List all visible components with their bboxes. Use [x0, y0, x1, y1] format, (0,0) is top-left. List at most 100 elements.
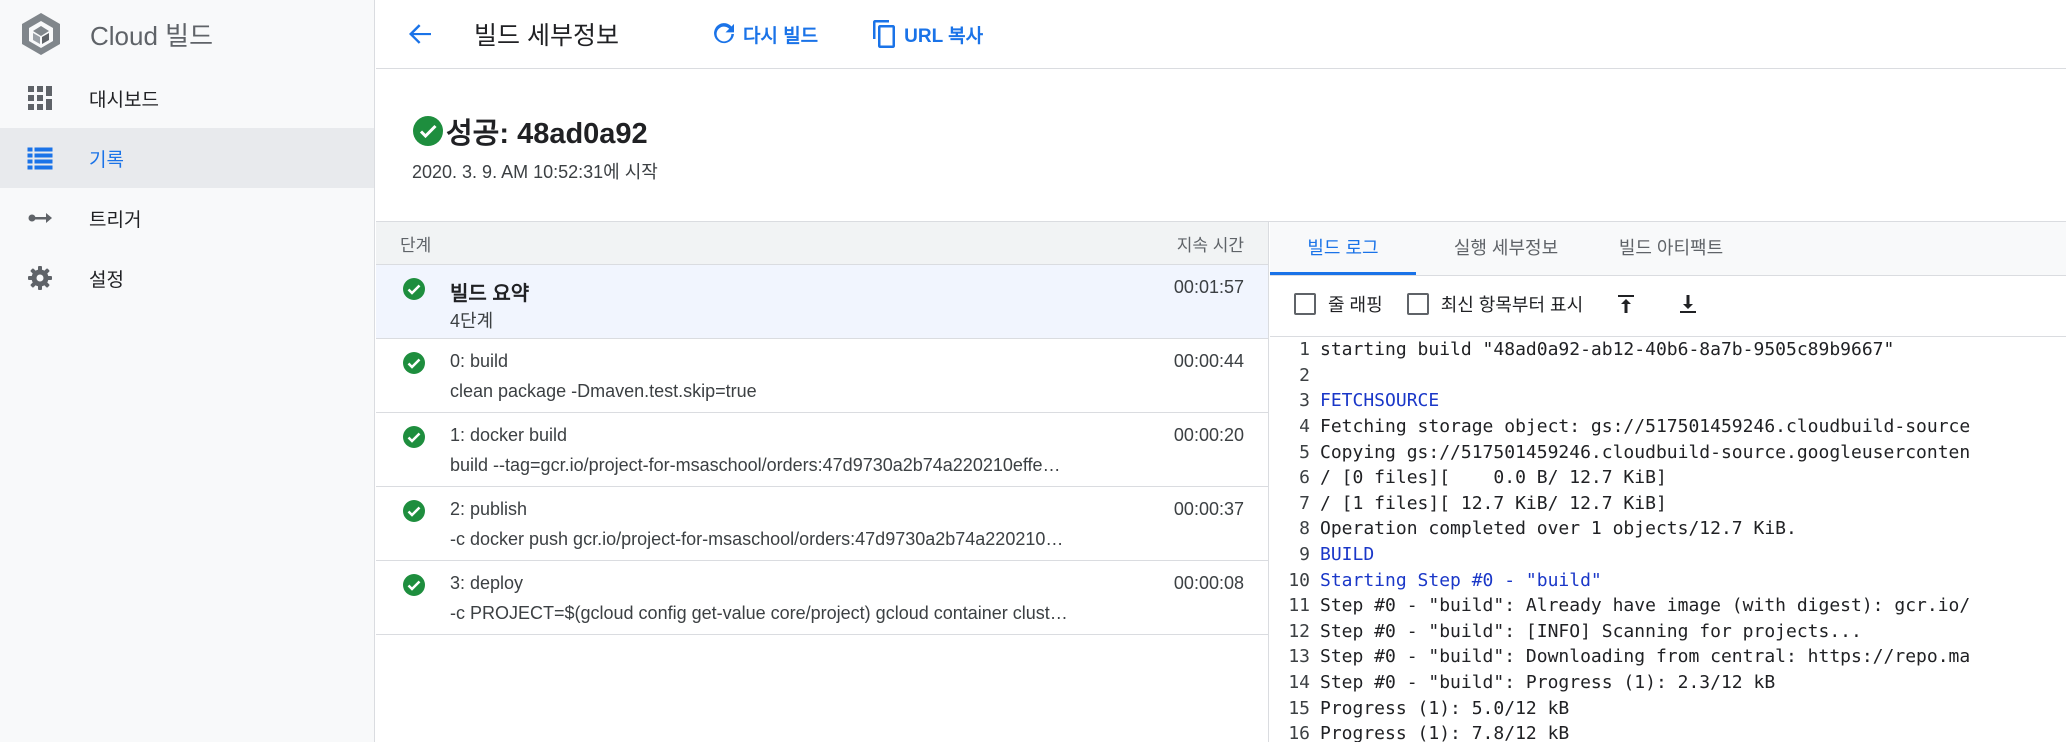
rebuild-label: 다시 빌드: [742, 25, 819, 47]
refresh-icon: [709, 19, 739, 49]
step-duration: 00:00:08: [1173, 573, 1244, 593]
step-duration: 00:00:44: [1173, 351, 1244, 371]
tab-build-artifacts[interactable]: 빌드 아티팩트: [1596, 221, 1746, 275]
line-number: 13: [1288, 646, 1310, 668]
column-header-duration: 지속 시간: [1176, 235, 1244, 255]
log-text: Copying gs://517501459246.cloudbuild-sou…: [1320, 441, 1971, 463]
list-icon: [26, 144, 54, 172]
line-number: 7: [1299, 492, 1310, 514]
back-button[interactable]: [402, 16, 438, 52]
wrap-lines-label: 줄 래핑: [1328, 295, 1383, 315]
log-text: Fetching storage object: gs://5175014592…: [1320, 416, 1971, 438]
line-number: 9: [1299, 544, 1310, 566]
log-text: Step #0 - "build": [INFO] Scanning for p…: [1320, 620, 1862, 642]
build-status-title: 성공: 48ad0a92: [446, 118, 648, 150]
log-panel: 빌드 로그 실행 세부정보 빌드 아티팩트 줄 래핑 최신 항목부터 표시 1s…: [1270, 222, 2066, 742]
log-line: 11 Step #0 - "build": Already have image …: [1270, 593, 2066, 619]
log-line: 4 Fetching storage object: gs://517501459…: [1270, 414, 2066, 440]
step-description: 4단계: [450, 311, 494, 331]
page-title: 빌드 세부정보: [474, 22, 619, 50]
line-number: 6: [1299, 467, 1310, 489]
log-text: Operation completed over 1 objects/12.7 …: [1320, 518, 1797, 540]
column-header-step: 단계: [400, 235, 432, 255]
log-toolbar: 줄 래핑 최신 항목부터 표시: [1270, 276, 2066, 332]
status-line: 성공: 48ad0a92: [412, 110, 648, 152]
log-text: FETCHSOURCE: [1320, 390, 1440, 412]
trigger-icon: [26, 204, 54, 232]
step-name: 3: deploy: [450, 573, 524, 593]
log-line: 9 BUILD: [1270, 542, 2066, 568]
line-number: 15: [1288, 697, 1310, 719]
log-line: 5 Copying gs://517501459246.cloudbuild-so…: [1270, 439, 2066, 465]
sidebar: Cloud 빌드 대시보드 기록 트리거 설정: [0, 0, 375, 742]
success-check-icon: [402, 573, 426, 597]
log-text: Step #0 - "build": Downloading from cent…: [1320, 646, 1971, 668]
success-check-icon: [412, 115, 444, 147]
success-check-icon: [402, 499, 426, 523]
copy-url-button[interactable]: URL 복사: [870, 19, 983, 49]
line-number: 8: [1299, 518, 1310, 540]
sidebar-item-dashboard[interactable]: 대시보드: [0, 68, 374, 128]
copy-icon: [870, 19, 900, 49]
step-name: 1: docker build: [450, 425, 568, 445]
line-number: 12: [1288, 620, 1310, 642]
step-row-summary[interactable]: 빌드 요약 4단계 00:01:57: [376, 265, 1268, 339]
log-output[interactable]: 1 starting build "48ad0a92-ab12-40b6-8a7b…: [1270, 336, 2066, 742]
step-duration: 00:01:57: [1173, 277, 1244, 297]
tab-build-log[interactable]: 빌드 로그: [1270, 221, 1416, 275]
log-line: 13 Step #0 - "build": Downloading from ce…: [1270, 644, 2066, 670]
step-duration: 00:00:37: [1173, 499, 1244, 519]
log-line: 2: [1270, 363, 2066, 389]
brand[interactable]: Cloud 빌드: [0, 0, 374, 68]
sidebar-item-history[interactable]: 기록: [0, 128, 374, 188]
step-description: clean package -Dmaven.test.skip=true: [450, 381, 757, 401]
build-status: 성공: 48ad0a92 2020. 3. 9. AM 10:52:31에 시작: [376, 70, 2066, 222]
cloud-build-logo-icon: [18, 11, 64, 57]
line-number: 14: [1288, 672, 1310, 694]
log-line: 3 FETCHSOURCE: [1270, 388, 2066, 414]
line-number: 5: [1299, 441, 1310, 463]
log-text: Progress (1): 7.8/12 kB: [1320, 723, 1570, 742]
steps-panel: 단계 지속 시간 빌드 요약 4단계 00:01:57 0: build cle…: [376, 222, 1269, 742]
step-duration: 00:00:20: [1173, 425, 1244, 445]
arrow-back-icon: [409, 24, 431, 44]
scroll-to-bottom-icon[interactable]: [1673, 289, 1703, 319]
sidebar-item-label: 트리거: [89, 209, 142, 231]
log-line: 7 / [1 files][ 12.7 KiB/ 12.7 KiB]: [1270, 491, 2066, 517]
step-row-docker-build[interactable]: 1: docker build build --tag=gcr.io/proje…: [376, 413, 1268, 487]
log-line: 1 starting build "48ad0a92-ab12-40b6-8a7b…: [1270, 337, 2066, 363]
log-line: 8 Operation completed over 1 objects/12.7…: [1270, 516, 2066, 542]
step-name: 빌드 요약: [450, 283, 530, 305]
step-row-publish[interactable]: 2: publish -c docker push gcr.io/project…: [376, 487, 1268, 561]
page-header: 빌드 세부정보 다시 빌드 URL 복사: [376, 0, 2066, 69]
step-description: build --tag=gcr.io/project-for-msaschool…: [450, 455, 1061, 475]
line-number: 16: [1288, 723, 1310, 742]
newest-first-checkbox[interactable]: 최신 항목부터 표시: [1406, 291, 1584, 317]
step-row-deploy[interactable]: 3: deploy -c PROJECT=$(gcloud config get…: [376, 561, 1268, 635]
rebuild-button[interactable]: 다시 빌드: [709, 19, 818, 49]
step-description: -c PROJECT=$(gcloud config get-value cor…: [450, 603, 1068, 623]
line-number: 1: [1299, 339, 1310, 361]
checkbox-box: [1406, 293, 1429, 315]
log-line: 12 Step #0 - "build": [INFO] Scanning for…: [1270, 619, 2066, 645]
sidebar-item-triggers[interactable]: 트리거: [0, 188, 374, 248]
scroll-to-top-icon[interactable]: [1611, 289, 1641, 319]
log-line: 6 / [0 files][ 0.0 B/ 12.7 KiB]: [1270, 465, 2066, 491]
tab-execution-details[interactable]: 실행 세부정보: [1416, 221, 1596, 275]
step-row-build[interactable]: 0: build clean package -Dmaven.test.skip…: [376, 339, 1268, 413]
build-start-time: 2020. 3. 9. AM 10:52:31에 시작: [412, 162, 658, 182]
step-name: 2: publish: [450, 499, 528, 519]
log-text: / [1 files][ 12.7 KiB/ 12.7 KiB]: [1320, 492, 1667, 514]
step-description: -c docker push gcr.io/project-for-msasch…: [450, 529, 1064, 549]
wrap-lines-checkbox[interactable]: 줄 래핑: [1294, 291, 1383, 317]
copy-url-label: URL 복사: [904, 25, 984, 47]
line-number: 10: [1288, 569, 1310, 591]
sidebar-item-settings[interactable]: 설정: [0, 248, 374, 308]
success-check-icon: [402, 425, 426, 449]
log-text: BUILD: [1320, 544, 1375, 566]
line-number: 11: [1288, 595, 1310, 617]
log-text: Starting Step #0 - "build": [1320, 569, 1602, 591]
newest-first-label: 최신 항목부터 표시: [1440, 295, 1584, 315]
log-text: Step #0 - "build": Progress (1): 2.3/12 …: [1320, 672, 1776, 694]
log-line: 16 Progress (1): 7.8/12 kB: [1270, 721, 2066, 742]
